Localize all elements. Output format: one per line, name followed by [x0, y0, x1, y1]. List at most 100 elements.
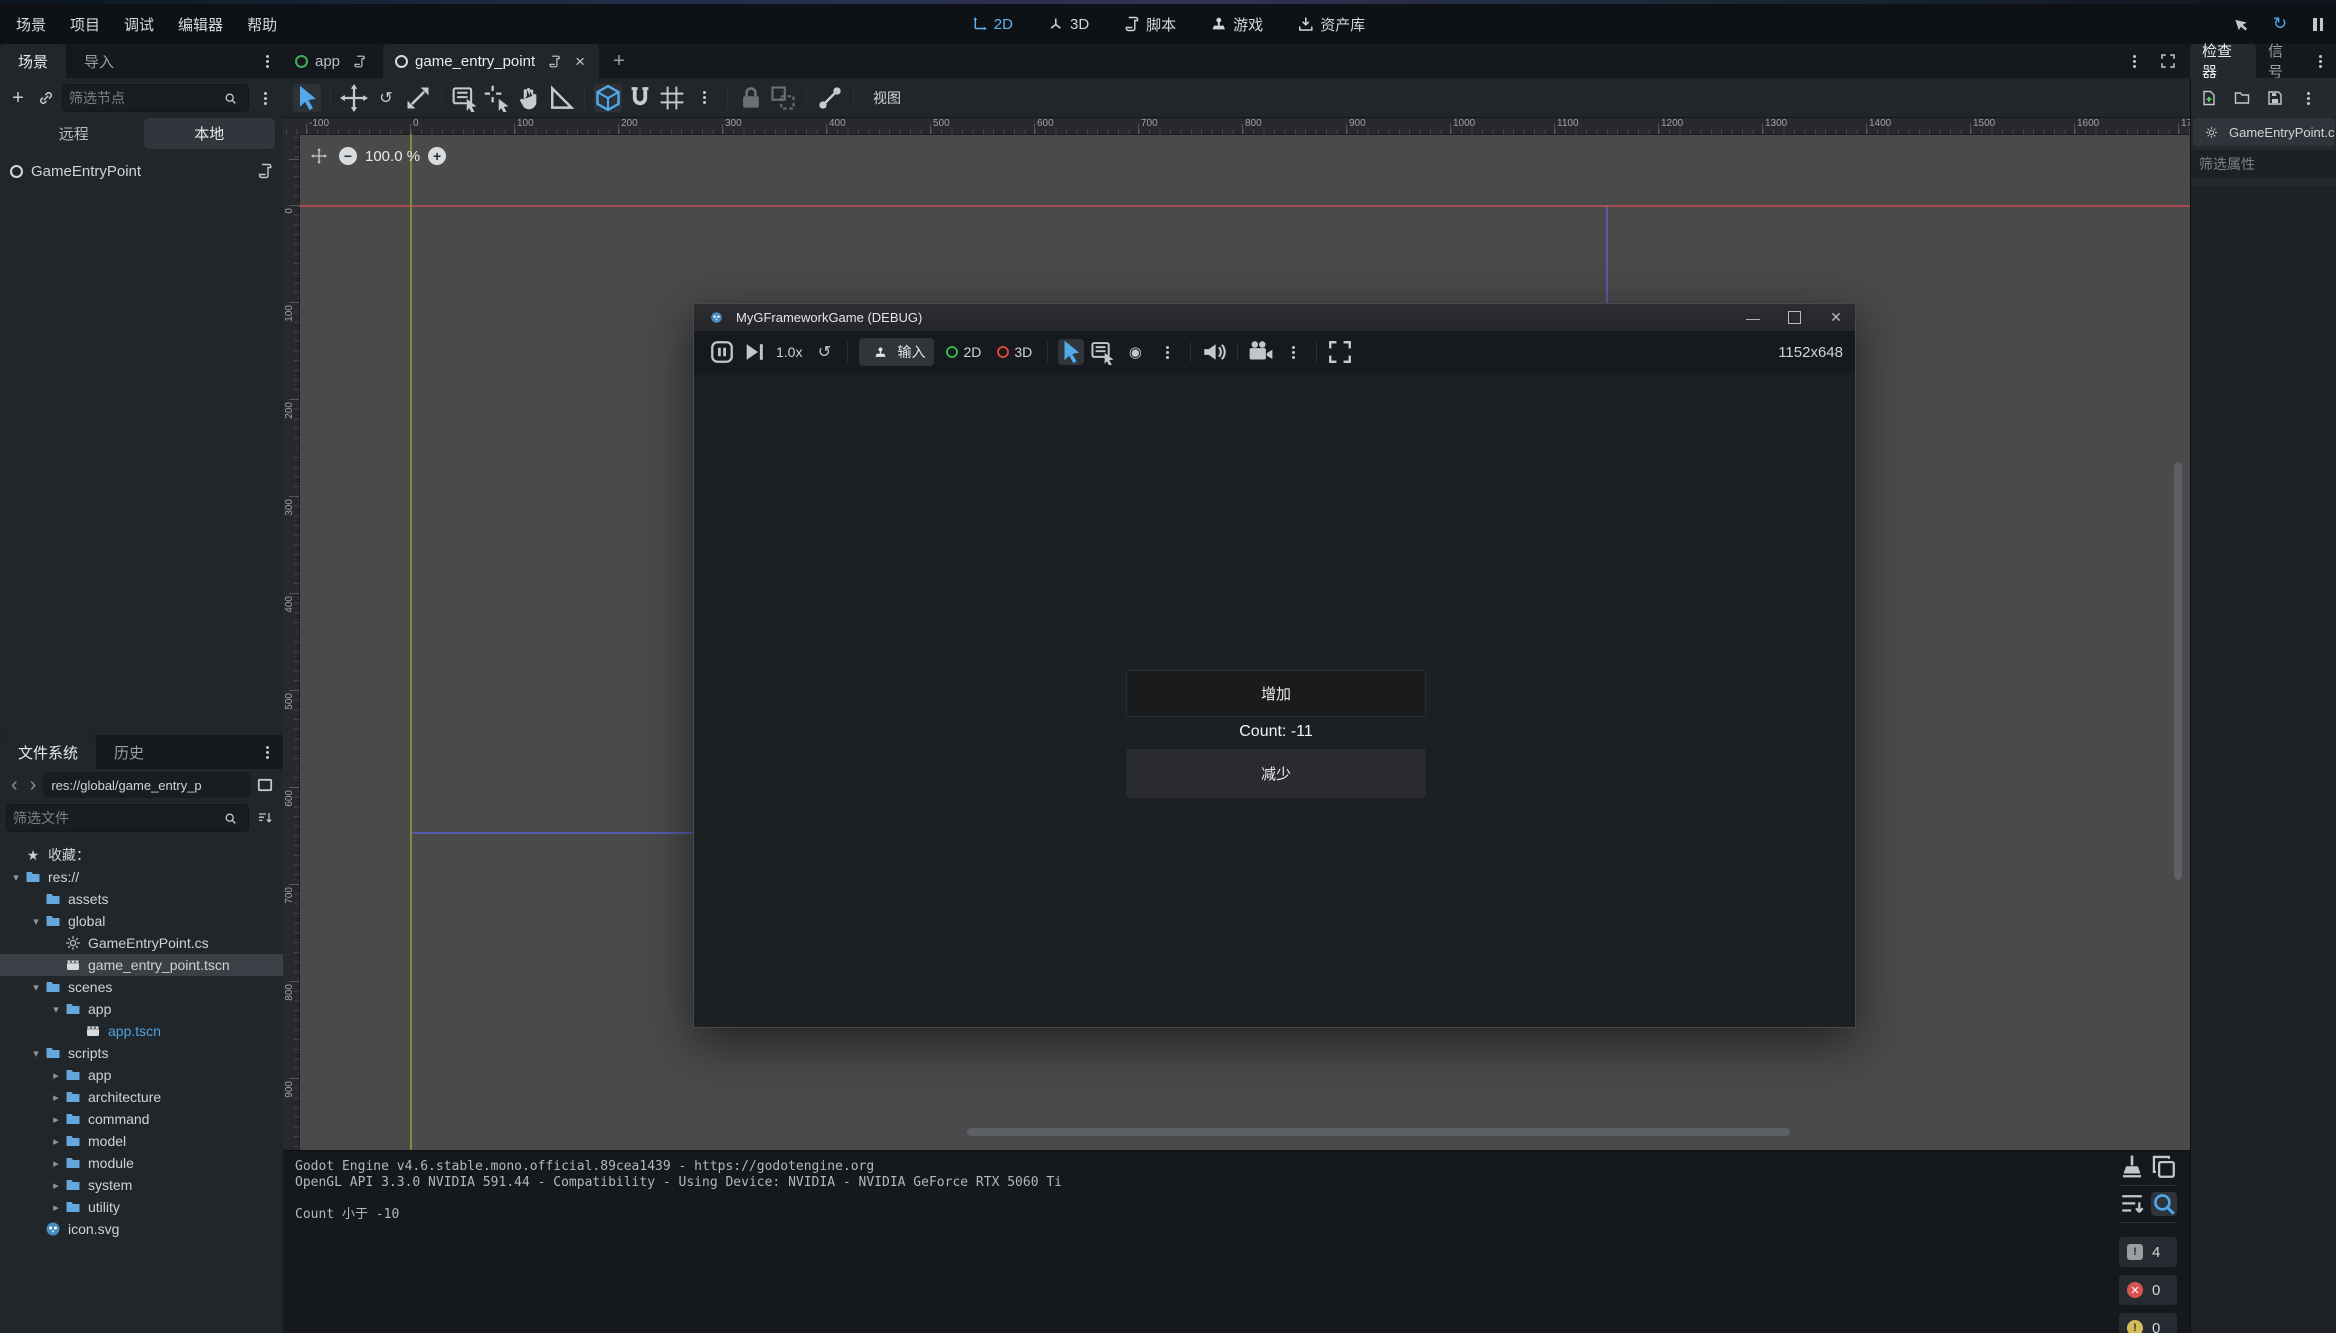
- reset-speed-icon[interactable]: ↺: [811, 339, 837, 365]
- tree-expander-icon[interactable]: ▸: [48, 1113, 64, 1126]
- zoom-in-button[interactable]: +: [428, 147, 446, 165]
- minimize-button[interactable]: —: [1744, 310, 1762, 326]
- tree-expander-icon[interactable]: ▾: [48, 1003, 64, 1016]
- move-tool-icon[interactable]: [340, 84, 368, 112]
- new-resource-icon[interactable]: [2197, 86, 2221, 110]
- fs-forward-button[interactable]: ›: [25, 775, 42, 795]
- msg-filter-button[interactable]: !4: [2119, 1237, 2177, 1267]
- fs-back-button[interactable]: ‹: [6, 775, 23, 795]
- tree-expander-icon[interactable]: ▸: [48, 1201, 64, 1214]
- suspend-button[interactable]: [709, 339, 735, 365]
- inspector-menu-icon[interactable]: [2296, 86, 2320, 110]
- local-button[interactable]: 本地: [144, 118, 276, 149]
- fs-item-system[interactable]: ▸system: [0, 1174, 283, 1196]
- clear-output-button[interactable]: [2119, 1155, 2145, 1179]
- rotate-tool-icon[interactable]: ↺: [372, 84, 400, 112]
- inspector-tab-menu-icon[interactable]: [2308, 49, 2332, 73]
- decrease-button[interactable]: 减少: [1126, 749, 1426, 798]
- workspace-3D[interactable]: 3D: [1037, 12, 1099, 36]
- tree-expander-icon[interactable]: ▸: [48, 1069, 64, 1082]
- fs-item-scripts[interactable]: ▾scripts: [0, 1042, 283, 1064]
- zoom-out-button[interactable]: −: [339, 147, 357, 165]
- pause-icon[interactable]: [2306, 12, 2330, 36]
- view-menu[interactable]: 视图: [863, 84, 911, 112]
- grid-snap-icon[interactable]: [626, 84, 654, 112]
- game-menu-button[interactable]: [1280, 339, 1306, 365]
- audio-mute-button[interactable]: [1201, 339, 1227, 365]
- warn-filter-button[interactable]: !0: [2119, 1313, 2177, 1333]
- add-node-button[interactable]: +: [6, 86, 30, 110]
- movie-camera-button[interactable]: [1248, 339, 1274, 365]
- tree-expander-icon[interactable]: ▾: [8, 871, 24, 884]
- err-filter-button[interactable]: ✕0: [2119, 1275, 2177, 1305]
- pick-select-tool-icon[interactable]: [483, 84, 511, 112]
- increase-button[interactable]: 增加: [1126, 670, 1426, 717]
- workspace-脚本[interactable]: 脚本: [1113, 11, 1186, 38]
- input-passthrough-toggle[interactable]: 输入: [859, 338, 934, 366]
- select-tool-icon[interactable]: [293, 84, 321, 112]
- snap-options-icon[interactable]: [690, 84, 718, 112]
- tree-expander-icon[interactable]: ▾: [28, 1047, 44, 1060]
- bone-icon[interactable]: [816, 84, 844, 112]
- fs-item-model[interactable]: ▸model: [0, 1130, 283, 1152]
- smart-snap-icon[interactable]: [594, 84, 622, 112]
- dock-tab-导入[interactable]: 导入: [66, 44, 132, 78]
- tree-expander-icon[interactable]: ▾: [28, 981, 44, 994]
- fs-item-game_entry_point.tscn[interactable]: game_entry_point.tscn: [0, 954, 283, 976]
- fs-item-assets[interactable]: assets: [0, 888, 283, 910]
- canvas-vscrollbar[interactable]: [2174, 462, 2182, 880]
- load-resource-icon[interactable]: [2230, 86, 2254, 110]
- fs-item-architecture[interactable]: ▸architecture: [0, 1086, 283, 1108]
- fs-item-res[interactable]: ▾res://: [0, 866, 283, 888]
- menu-2[interactable]: 调试: [112, 10, 166, 39]
- list-select-tool-icon[interactable]: [451, 84, 479, 112]
- expand-editor-icon[interactable]: [2156, 49, 2180, 73]
- tree-expander-icon[interactable]: ▾: [28, 915, 44, 928]
- close-tab-icon[interactable]: ×: [573, 53, 587, 70]
- grid-icon[interactable]: [658, 84, 686, 112]
- menu-1[interactable]: 项目: [58, 10, 112, 39]
- fs-item-command[interactable]: ▸command: [0, 1108, 283, 1130]
- game-select-mode-button[interactable]: [1058, 339, 1084, 365]
- tabbar-menu-icon[interactable]: [2122, 49, 2146, 73]
- fs-item-app[interactable]: ▸app: [0, 1064, 283, 1086]
- fs-tab-menu-icon[interactable]: [255, 740, 279, 764]
- close-button[interactable]: ✕: [1827, 309, 1845, 326]
- copy-output-button[interactable]: [2151, 1155, 2177, 1179]
- embed-fullscreen-button[interactable]: [1327, 339, 1353, 365]
- next-frame-button[interactable]: [741, 339, 767, 365]
- game-list-select-button[interactable]: [1090, 339, 1116, 365]
- fs-path-field[interactable]: res://global/game_entry_p: [43, 772, 251, 798]
- scene-tree-menu-button[interactable]: [253, 86, 277, 110]
- lock-icon[interactable]: [737, 84, 765, 112]
- output-search-button[interactable]: [2151, 1192, 2177, 1216]
- scene-tab-app[interactable]: app: [283, 44, 383, 78]
- dock-tab-场景[interactable]: 场景: [0, 44, 66, 78]
- fs-split-view-button[interactable]: [253, 773, 277, 797]
- workspace-资产库[interactable]: 资产库: [1287, 11, 1375, 38]
- tree-expander-icon[interactable]: ▸: [48, 1157, 64, 1170]
- edited-resource-row[interactable]: GameEntryPoint.cs: [2193, 118, 2335, 146]
- fs-tab-文件系统[interactable]: 文件系统: [0, 735, 96, 769]
- scale-tool-icon[interactable]: [404, 84, 432, 112]
- save-resource-icon[interactable]: [2263, 86, 2287, 110]
- tree-expander-icon[interactable]: ▸: [48, 1135, 64, 1148]
- camera-override-button[interactable]: ◉: [1122, 339, 1148, 365]
- maximize-button[interactable]: [1788, 311, 1801, 324]
- fs-item-utility[interactable]: ▸utility: [0, 1196, 283, 1218]
- remote-button[interactable]: 远程: [8, 118, 140, 149]
- inspector-tab-检查器[interactable]: 检查器: [2190, 44, 2256, 78]
- fs-item-GameEntryPoint.cs[interactable]: GameEntryPoint.cs: [0, 932, 283, 954]
- vertical-ruler[interactable]: 0100200300400500600700800900: [283, 134, 300, 1150]
- instance-scene-button[interactable]: [34, 86, 58, 110]
- menu-3[interactable]: 编辑器: [166, 10, 235, 39]
- tree-expander-icon[interactable]: ▸: [48, 1091, 64, 1104]
- group-icon[interactable]: [769, 84, 797, 112]
- inspector-tab-信号[interactable]: 信号: [2256, 44, 2308, 78]
- center-view-icon[interactable]: [307, 144, 331, 168]
- collapse-duplicates-button[interactable]: [2119, 1192, 2145, 1216]
- fs-item-scenes[interactable]: ▾scenes: [0, 976, 283, 998]
- fs-tab-历史[interactable]: 历史: [96, 735, 162, 769]
- scene-tree-root-node[interactable]: GameEntryPoint: [0, 151, 283, 183]
- filter-properties-input[interactable]: 筛选属性: [2191, 150, 2336, 178]
